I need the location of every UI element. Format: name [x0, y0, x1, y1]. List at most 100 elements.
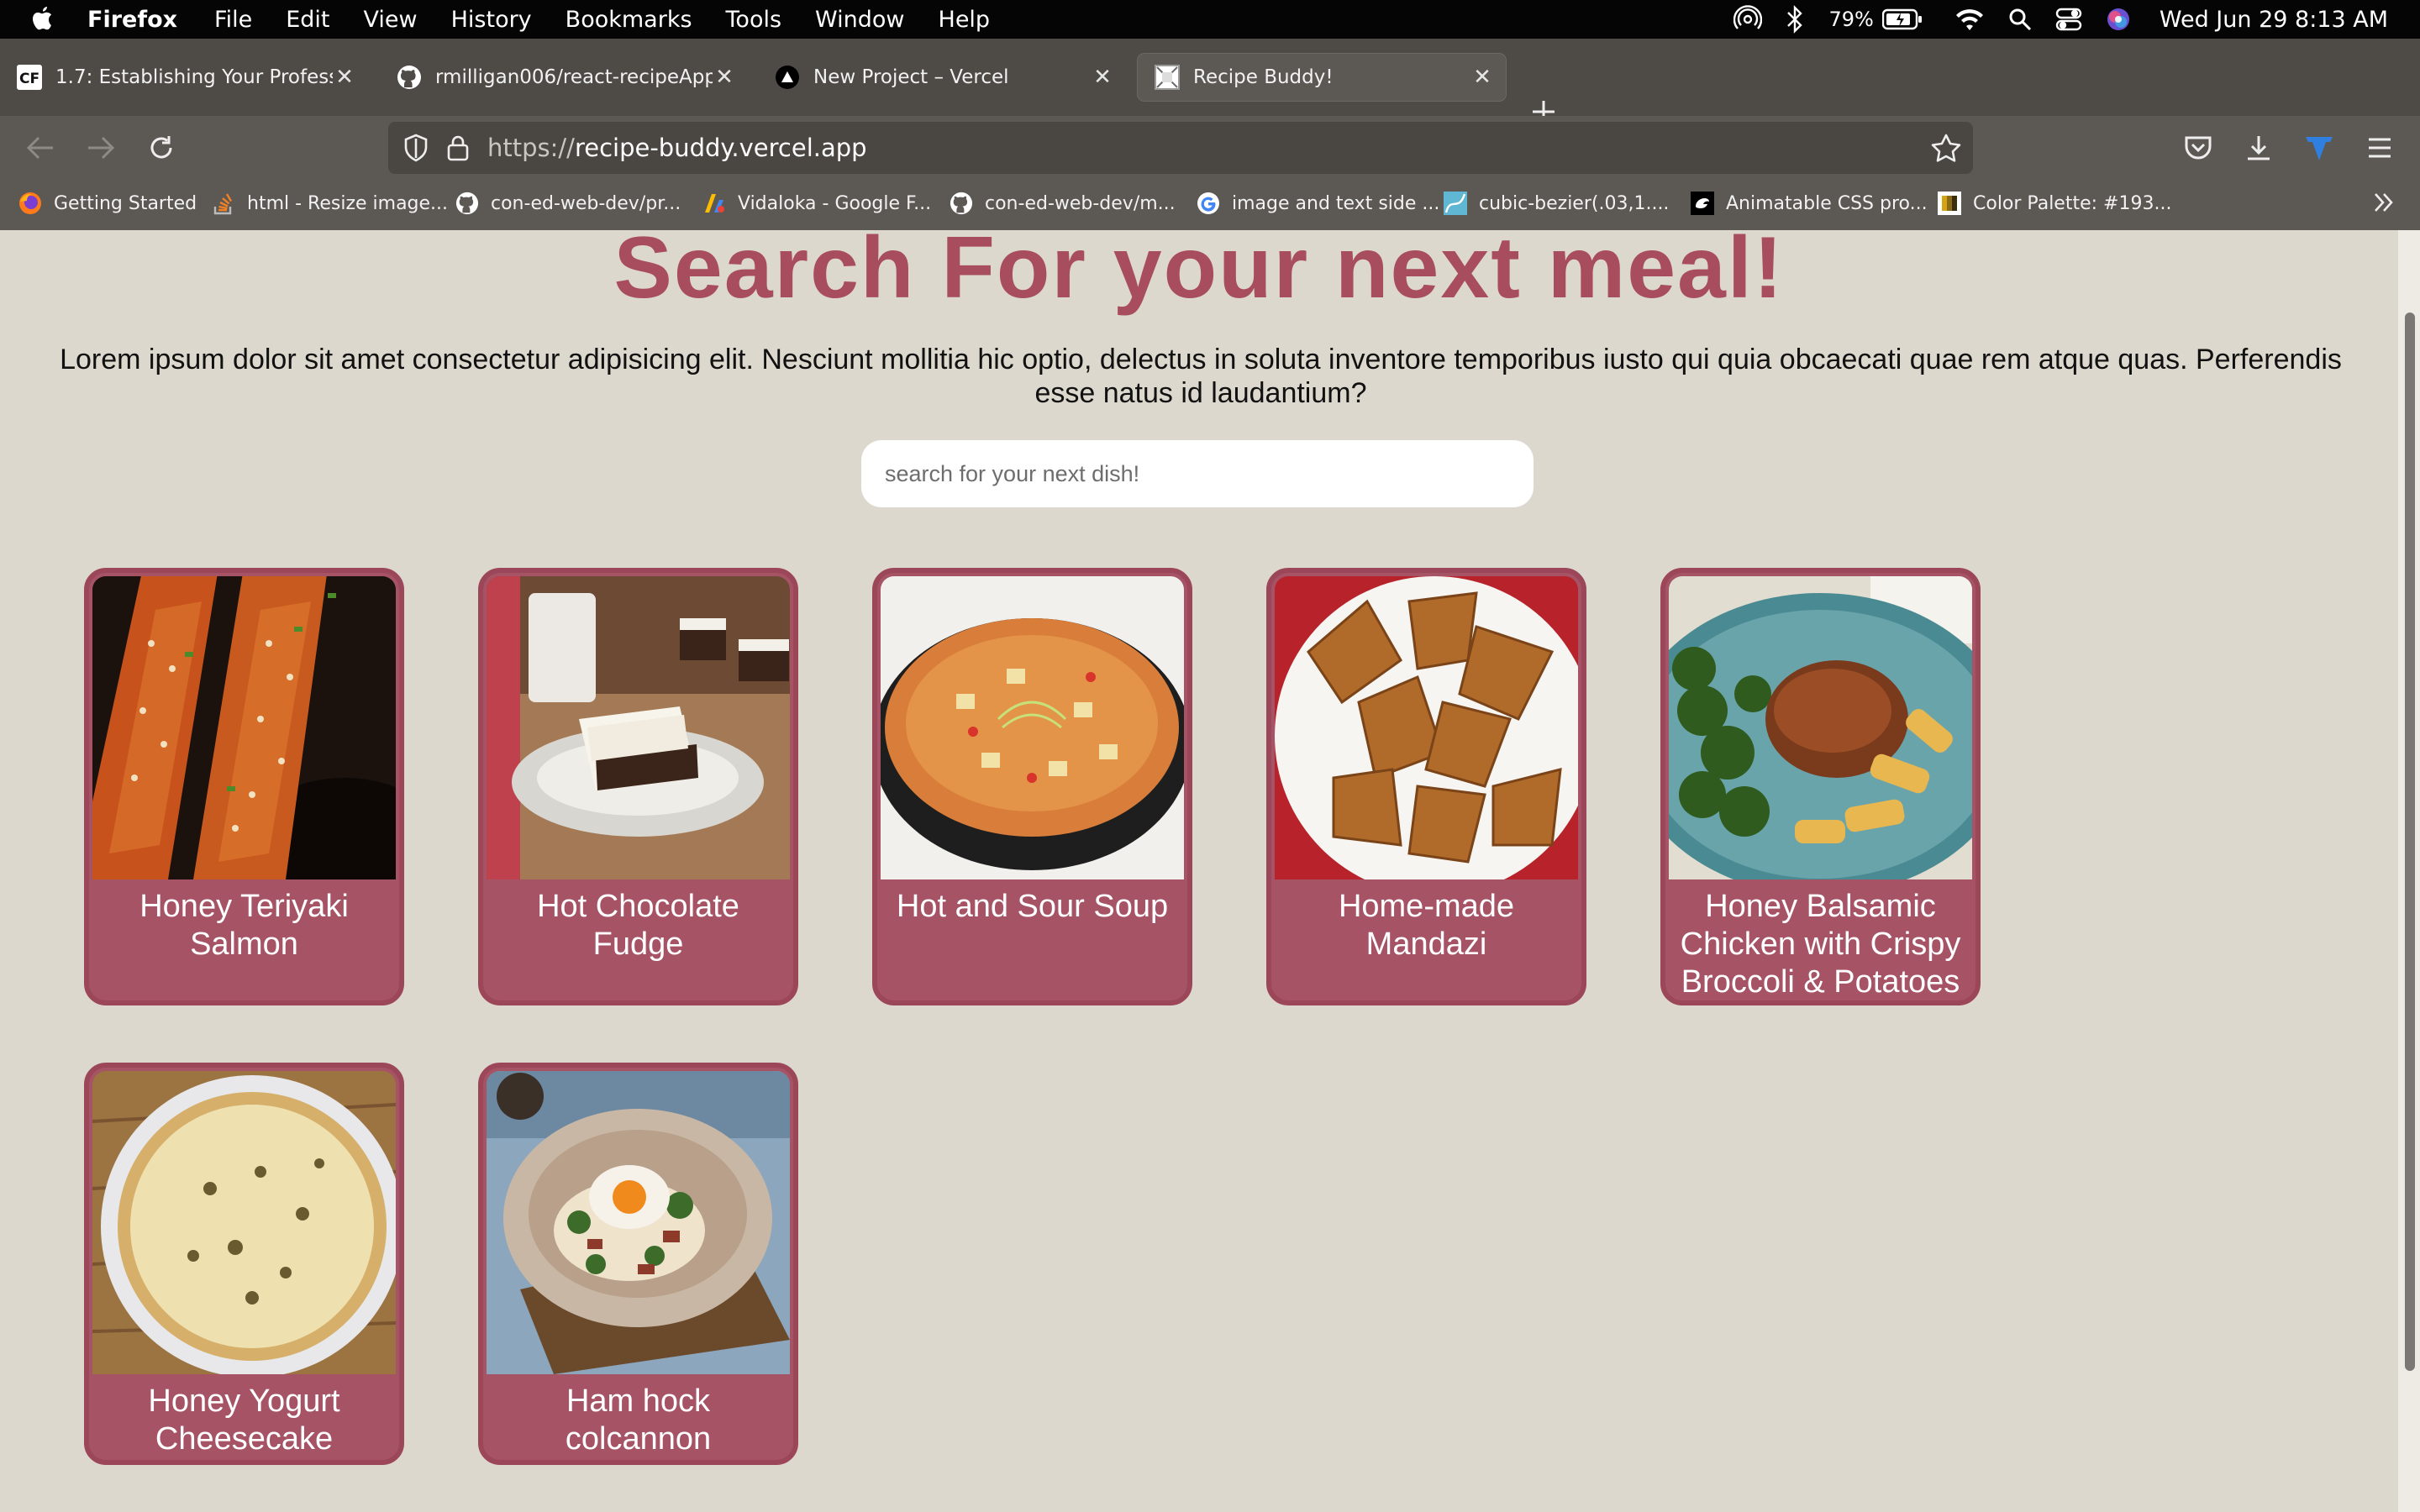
- recipe-card-title: Ham hock colcannon: [565, 1383, 712, 1457]
- siri-icon[interactable]: [2106, 7, 2131, 32]
- recipe-card-title: Hot and Sour Soup: [896, 889, 1169, 924]
- extension-button[interactable]: [2302, 131, 2336, 165]
- reload-icon: [150, 136, 172, 159]
- tab-title: rmilligan006/react-recipeApp: [435, 66, 713, 88]
- bookmark-getting-started[interactable]: Getting Started: [18, 192, 197, 215]
- recipe-card-title: Honey Balsamic Chicken with Crispy Brocc…: [1680, 889, 1961, 1000]
- salmon-photo[interactable]: [92, 576, 396, 879]
- download-icon: [2248, 136, 2270, 160]
- cubic-bezier-icon: [1444, 192, 1467, 215]
- navigation-toolbar: https://recipe-buddy.vercel.app: [0, 116, 2420, 180]
- tab-vercel[interactable]: New Project – Vercel ✕: [758, 54, 1126, 101]
- fudge-photo[interactable]: [487, 576, 790, 879]
- address-bar[interactable]: https://recipe-buddy.vercel.app: [388, 122, 1973, 174]
- cf-icon: CF: [17, 65, 42, 90]
- bookmark-image-text-side[interactable]: image and text side ...: [1197, 192, 1439, 215]
- control-center-icon[interactable]: [2055, 8, 2082, 31]
- airdrop-icon[interactable]: [1733, 5, 1762, 34]
- google-icon: [1197, 192, 1220, 215]
- soup-photo[interactable]: [881, 576, 1184, 879]
- lock-icon[interactable]: [447, 134, 469, 161]
- app-menu-button[interactable]: [2363, 131, 2396, 165]
- bookmark-color-palette[interactable]: Color Palette: #193...: [1938, 192, 2171, 215]
- recipe-card-title: Home-made Mandazi: [1338, 889, 1515, 962]
- recipe-card-hot-chocolate-fudge[interactable]: Hot Chocolate Fudge: [478, 568, 798, 1005]
- wifi-icon[interactable]: [1954, 8, 1985, 31]
- bookmark-resize-image[interactable]: html - Resize image...: [212, 192, 448, 215]
- bookmark-label: con-ed-web-dev/pr...: [491, 192, 681, 214]
- recipe-card-title: Honey Teriyaki Salmon: [139, 889, 349, 962]
- url-text[interactable]: https://recipe-buddy.vercel.app: [487, 134, 867, 162]
- back-button[interactable]: [24, 131, 57, 165]
- tab-careerfoundry[interactable]: CF 1.7: Establishing Your Profession ✕: [0, 54, 368, 101]
- menu-tools[interactable]: Tools: [726, 7, 782, 33]
- reload-button[interactable]: [145, 131, 178, 165]
- close-tab-icon[interactable]: ✕: [333, 65, 356, 90]
- menu-window[interactable]: Window: [815, 7, 904, 33]
- recipe-card-honey-balsamic-chicken[interactable]: Honey Balsamic Chicken with Crispy Brocc…: [1660, 568, 1981, 1005]
- recipe-card-ham-hock-colcannon[interactable]: Ham hock colcannon: [478, 1063, 798, 1465]
- bluetooth-icon[interactable]: [1786, 5, 1804, 34]
- stackoverflow-icon: [212, 192, 235, 215]
- downloads-button[interactable]: [2242, 131, 2275, 165]
- menu-bookmarks[interactable]: Bookmarks: [566, 7, 692, 33]
- hamburger-menu-icon: [2369, 138, 2391, 158]
- menu-help[interactable]: Help: [939, 7, 991, 33]
- bookmark-animatable-css[interactable]: Animatable CSS pro...: [1691, 192, 1928, 215]
- mandazi-photo[interactable]: [1275, 576, 1578, 879]
- bookmark-con-ed-m[interactable]: con-ed-web-dev/m...: [950, 192, 1176, 215]
- menu-view[interactable]: View: [364, 7, 418, 33]
- tab-github-repo[interactable]: rmilligan006/react-recipeApp ✕: [380, 54, 748, 101]
- menu-edit[interactable]: Edit: [286, 7, 329, 33]
- bookmark-cubic-bezier[interactable]: cubic-bezier(.03,1....: [1444, 192, 1669, 215]
- github-icon: [950, 192, 973, 215]
- recipe-card-home-made-mandazi[interactable]: Home-made Mandazi: [1266, 568, 1586, 1005]
- spotlight-search-icon[interactable]: [2008, 8, 2032, 31]
- arrow-right-icon: [88, 136, 115, 160]
- vercel-icon: [775, 65, 800, 90]
- recipe-card-honey-yogurt-cheesecake[interactable]: Honey Yogurt Cheesecake: [84, 1063, 404, 1465]
- recipe-card-hot-and-sour-soup[interactable]: Hot and Sour Soup: [872, 568, 1192, 1005]
- close-tab-icon[interactable]: ✕: [1091, 65, 1114, 90]
- tracking-protection-shield-icon[interactable]: [403, 134, 429, 162]
- google-fonts-icon: [702, 192, 726, 215]
- svg-text:CF: CF: [19, 71, 39, 87]
- macos-menu-bar: Firefox File Edit View History Bookmarks…: [0, 0, 2420, 39]
- menu-clock[interactable]: Wed Jun 29 8:13 AM: [2160, 7, 2388, 33]
- recipe-search-input[interactable]: [861, 440, 1534, 507]
- tab-title: New Project – Vercel: [813, 66, 1009, 88]
- url-host: recipe-buddy.vercel.app: [574, 134, 867, 162]
- forward-button[interactable]: [84, 131, 118, 165]
- bookmark-label: html - Resize image...: [247, 192, 449, 214]
- pocket-button[interactable]: [2181, 131, 2215, 165]
- recipe-card-title: Honey Yogurt Cheesecake: [148, 1383, 340, 1457]
- tab-strip: CF 1.7: Establishing Your Profession ✕ r…: [0, 39, 2420, 123]
- close-tab-icon[interactable]: ✕: [713, 65, 736, 90]
- recipe-card-title: Hot Chocolate Fudge: [537, 889, 739, 962]
- bookmarks-toolbar: Getting Started html - Resize image... c…: [0, 180, 2420, 230]
- bookmark-vidaloka[interactable]: Vidaloka - Google F...: [702, 192, 931, 215]
- bookmarks-overflow-chevron-icon[interactable]: [2371, 190, 2396, 222]
- battery-icon[interactable]: [1881, 8, 1923, 30]
- recipe-card-honey-teriyaki-salmon[interactable]: Honey Teriyaki Salmon: [84, 568, 404, 1005]
- bookmark-con-ed-pr[interactable]: con-ed-web-dev/pr...: [455, 192, 681, 215]
- menu-file[interactable]: File: [214, 7, 252, 33]
- palette-icon: [1938, 192, 1961, 215]
- pocket-icon: [2185, 136, 2212, 160]
- firefox-icon: [18, 192, 42, 215]
- close-tab-icon[interactable]: ✕: [1470, 65, 1494, 90]
- tab-recipe-buddy[interactable]: Recipe Buddy! ✕: [1138, 54, 1506, 101]
- bookmark-label: Color Palette: #193...: [1973, 192, 2172, 214]
- page-viewport: Search For your next meal! Lorem ipsum d…: [0, 230, 2398, 1512]
- menu-history[interactable]: History: [451, 7, 532, 33]
- menu-app-firefox[interactable]: Firefox: [87, 7, 177, 33]
- page-scrollbar-thumb[interactable]: [2405, 312, 2415, 1371]
- recipe-icon: [1155, 65, 1180, 90]
- bookmark-star-icon[interactable]: [1931, 134, 1961, 162]
- colcannon-photo[interactable]: [487, 1071, 790, 1374]
- intro-paragraph: Lorem ipsum dolor sit amet consectetur a…: [60, 344, 2342, 409]
- chicken-photo[interactable]: [1669, 576, 1972, 879]
- apple-icon[interactable]: [30, 5, 67, 34]
- css-icon: [1691, 192, 1714, 215]
- cheesecake-photo[interactable]: [92, 1071, 396, 1374]
